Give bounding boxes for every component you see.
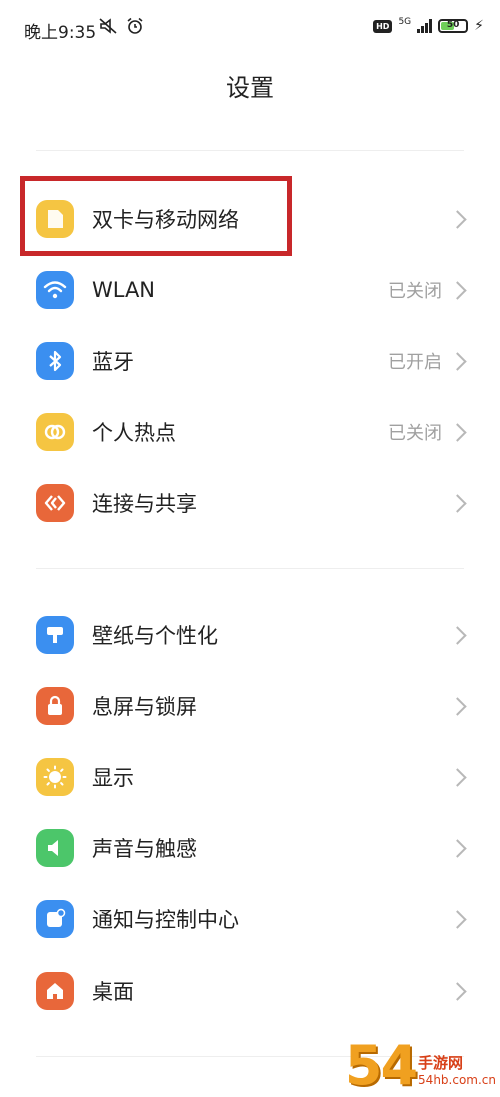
alarm-icon: [127, 17, 143, 34]
network-type: 5G: [398, 16, 412, 27]
settings-item-connection-sharing[interactable]: 连接与共享: [0, 468, 500, 538]
share-icon: [36, 484, 74, 522]
settings-item-label: 息屏与锁屏: [92, 695, 197, 719]
settings-item-sound[interactable]: 声音与触感: [0, 813, 500, 883]
bluetooth-icon: [36, 342, 74, 380]
settings-item-label: 显示: [92, 766, 134, 790]
settings-item-status: 已开启: [388, 352, 442, 373]
chevron-right-icon: [448, 625, 467, 645]
chevron-right-icon: [448, 696, 467, 716]
mute-icon: [99, 18, 117, 34]
settings-item-display[interactable]: 显示: [0, 742, 500, 812]
settings-item-desktop[interactable]: 桌面: [0, 956, 500, 1026]
battery-icon: 50: [438, 19, 469, 33]
settings-item-lock-screen[interactable]: 息屏与锁屏: [0, 671, 500, 741]
settings-item-bluetooth[interactable]: 蓝牙 已开启: [0, 326, 500, 396]
watermark-url: 54hb.com.cn: [418, 1073, 496, 1087]
notification-icon: [36, 900, 74, 938]
status-bar: 晚上9:35 HD 5G 50 ⚡: [0, 0, 500, 58]
settings-item-label: 通知与控制中心: [92, 908, 239, 932]
chevron-right-icon: [448, 209, 467, 229]
chevron-right-icon: [448, 838, 467, 858]
divider: [36, 568, 464, 569]
highlight-box: [20, 176, 292, 256]
wifi-icon: [36, 271, 74, 309]
page-title: 设置: [226, 74, 274, 102]
settings-item-label: WLAN: [92, 278, 156, 302]
settings-item-wlan[interactable]: WLAN 已关闭: [0, 255, 500, 325]
watermark-text: 手游网: [418, 1054, 464, 1072]
settings-item-label: 连接与共享: [92, 492, 197, 516]
settings-item-notifications[interactable]: 通知与控制中心: [0, 884, 500, 954]
signal-icon: [417, 19, 433, 33]
hd-icon: HD: [373, 19, 393, 33]
watermark-number: 54: [344, 1034, 418, 1097]
settings-item-wallpaper[interactable]: 壁纸与个性化: [0, 600, 500, 670]
hotspot-icon: [36, 413, 74, 451]
sound-icon: [36, 829, 74, 867]
settings-item-status: 已关闭: [388, 423, 442, 444]
settings-item-label: 桌面: [92, 980, 134, 1004]
chevron-right-icon: [448, 909, 467, 929]
settings-item-status: 已关闭: [388, 281, 442, 302]
settings-item-label: 声音与触感: [92, 837, 197, 861]
chevron-right-icon: [448, 493, 467, 513]
chevron-right-icon: [448, 280, 467, 300]
chevron-right-icon: [448, 422, 467, 442]
settings-item-label: 个人热点: [92, 421, 176, 445]
settings-item-hotspot[interactable]: 个人热点 已关闭: [0, 397, 500, 467]
chevron-right-icon: [448, 981, 467, 1001]
home-icon: [36, 972, 74, 1010]
chevron-right-icon: [448, 767, 467, 787]
settings-item-label: 蓝牙: [92, 350, 134, 374]
battery-level: 50: [446, 20, 460, 30]
wallpaper-icon: [36, 616, 74, 654]
watermark-logo: 54 手游网 54hb.com.cn: [345, 1039, 496, 1093]
divider: [36, 150, 464, 151]
sun-icon: [36, 758, 74, 796]
charging-icon: ⚡: [474, 18, 484, 34]
chevron-right-icon: [448, 351, 467, 371]
lock-icon: [36, 687, 74, 725]
status-time: 晚上9:35: [24, 23, 97, 43]
settings-item-label: 壁纸与个性化: [92, 624, 218, 648]
